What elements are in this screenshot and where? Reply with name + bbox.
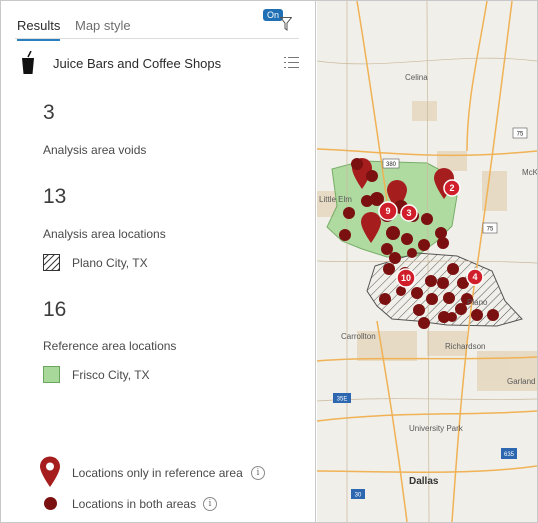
info-icon[interactable]: i	[251, 466, 265, 480]
highway-shield: 380	[386, 162, 397, 168]
map-label-carrollton: Carrollton	[341, 332, 376, 341]
hatched-swatch	[43, 254, 60, 271]
map-label-plano: Plano	[467, 298, 488, 307]
reference-locations-label: Reference area locations	[43, 339, 177, 353]
voids-count: 3	[43, 101, 55, 124]
highway-shield: 75	[487, 227, 494, 233]
map-label-university-park: University Park	[409, 424, 463, 433]
layer-row: Juice Bars and Coffee Shops	[21, 49, 299, 77]
list-options-icon[interactable]	[284, 56, 299, 69]
legend-reference-only-label: Locations only in reference area	[72, 466, 243, 480]
highway-shield: 35E	[337, 397, 348, 403]
map-label-celina: Celina	[405, 73, 428, 82]
cluster-count: 2	[449, 183, 454, 193]
filter-icon[interactable]	[280, 17, 292, 31]
reference-locations-count: 16	[43, 298, 67, 321]
map-label-dallas: Dallas	[409, 476, 439, 487]
info-icon[interactable]: i	[203, 497, 217, 511]
analysis-area-name: Plano City, TX	[72, 256, 148, 270]
highway-shield: 75	[517, 132, 524, 138]
cluster-count: 10	[401, 273, 411, 283]
map-pin-icon	[40, 456, 60, 487]
tab-results[interactable]: Results	[17, 18, 61, 41]
results-panel: Results Map style On Juice Bars and Coff…	[1, 1, 316, 522]
highway-shield: 30	[355, 493, 362, 499]
reference-area-name: Frisco City, TX	[72, 368, 150, 382]
map-label-little-elm: Little Elm	[319, 195, 352, 204]
map-label-richardson: Richardson	[445, 342, 486, 351]
legend-both-label: Locations in both areas	[72, 497, 197, 511]
voids-label: Analysis area voids	[43, 143, 147, 157]
panel-tabs: Results Map style	[15, 11, 299, 41]
location-dot-icon	[44, 497, 57, 510]
analysis-locations-label: Analysis area locations	[43, 227, 166, 241]
green-swatch	[43, 366, 60, 383]
tab-map-style[interactable]: Map style	[75, 18, 131, 33]
cluster-count: 9	[385, 206, 390, 216]
map-label-garland: Garland	[507, 377, 536, 386]
layer-title: Juice Bars and Coffee Shops	[53, 56, 222, 71]
map-view[interactable]: 2 9 3 10 4 75 75 380 35E 635 30 Celina L…	[317, 1, 537, 522]
map-label-mck: McK	[522, 168, 537, 177]
cluster-count: 3	[406, 208, 411, 218]
cluster-count: 4	[472, 272, 477, 282]
highway-shield: 635	[504, 452, 515, 458]
drink-cup-icon	[22, 51, 34, 74]
analysis-locations-count: 13	[43, 185, 67, 208]
